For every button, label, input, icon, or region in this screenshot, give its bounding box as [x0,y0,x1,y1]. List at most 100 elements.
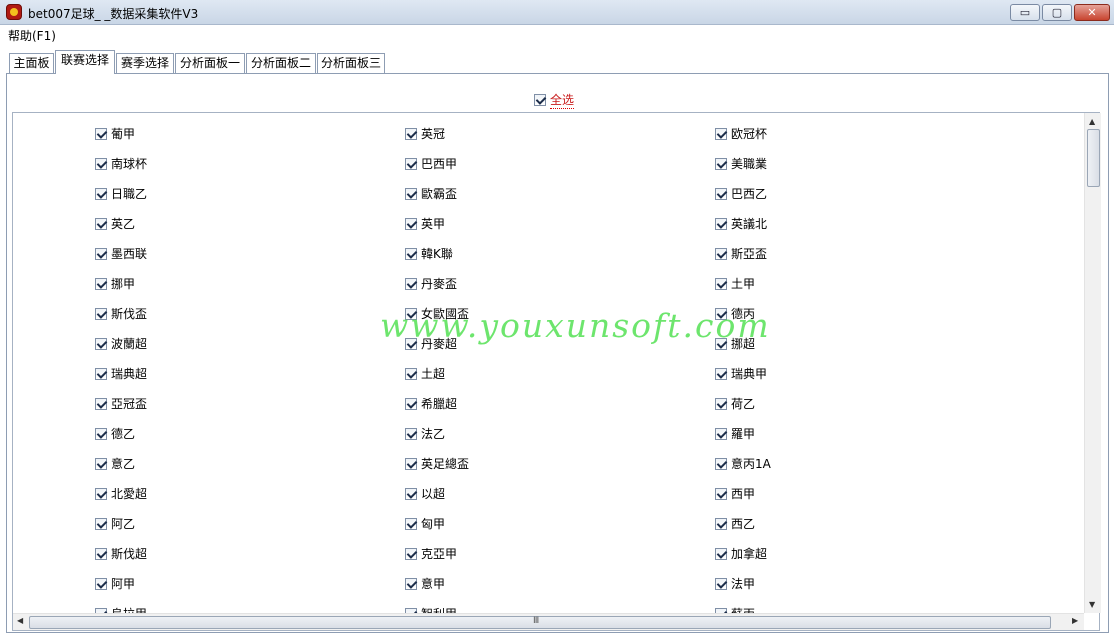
close-button[interactable]: ✕ [1074,4,1110,21]
league-checkbox[interactable] [715,247,727,260]
league-checkbox[interactable] [715,457,727,470]
league-checkbox[interactable] [715,307,727,320]
league-checkbox[interactable] [95,577,107,590]
league-item[interactable]: 挪甲 [95,275,135,292]
league-checkbox[interactable] [715,217,727,230]
league-item[interactable]: 德丙 [715,305,755,322]
tab-league-select[interactable]: 联赛选择 [55,50,115,74]
league-checkbox[interactable] [715,127,727,140]
league-checkbox[interactable] [715,367,727,380]
league-item[interactable]: 加拿超 [715,545,767,562]
scroll-right-arrow-icon[interactable]: ▶ [1072,616,1078,625]
league-checkbox[interactable] [95,217,107,230]
scroll-left-arrow-icon[interactable]: ◀ [17,616,23,625]
league-checkbox[interactable] [95,517,107,530]
league-item[interactable]: 斯亞盃 [715,245,767,262]
league-item[interactable]: 葡甲 [95,125,135,142]
league-item[interactable]: 北愛超 [95,485,147,502]
vertical-scroll-thumb[interactable] [1087,129,1100,187]
league-item[interactable]: 法甲 [715,575,755,592]
league-item[interactable]: 丹麥盃 [405,275,457,292]
horizontal-scroll-thumb[interactable]: Ⅲ [29,616,1051,629]
scroll-down-arrow-icon[interactable]: ▼ [1089,600,1095,609]
league-item[interactable]: 斯伐超 [95,545,147,562]
league-checkbox[interactable] [405,187,417,200]
league-item[interactable]: 英乙 [95,215,135,232]
league-checkbox[interactable] [405,247,417,260]
league-item[interactable]: 歐霸盃 [405,185,457,202]
league-item[interactable]: 欧冠杯 [715,125,767,142]
league-checkbox[interactable] [95,547,107,560]
league-item[interactable]: 瑞典甲 [715,365,767,382]
league-checkbox[interactable] [405,577,417,590]
league-checkbox[interactable] [715,397,727,410]
league-checkbox[interactable] [405,367,417,380]
league-item[interactable]: 英議北 [715,215,767,232]
league-item[interactable]: 意乙 [95,455,135,472]
league-checkbox[interactable] [715,277,727,290]
league-item[interactable]: 法乙 [405,425,445,442]
league-checkbox[interactable] [715,577,727,590]
tab-analysis-panel-3[interactable]: 分析面板三 [317,53,385,73]
minimize-button[interactable]: ▭ [1010,4,1040,21]
league-list[interactable]: 葡甲 英冠 欧冠杯 南球杯 巴西甲 美職業 日職乙 歐霸盃 巴西乙 英乙 英甲 英議北 墨西联 韓K聯 斯亞… [12,112,1100,631]
league-item[interactable]: 英冠 [405,125,445,142]
league-checkbox[interactable] [405,427,417,440]
league-item[interactable]: 韓K聯 [405,245,453,262]
league-checkbox[interactable] [405,157,417,170]
select-all-checkbox[interactable] [534,94,546,106]
league-item[interactable]: 羅甲 [715,425,755,442]
league-checkbox[interactable] [715,517,727,530]
league-item[interactable]: 墨西联 [95,245,147,262]
league-item[interactable]: 瑞典超 [95,365,147,382]
league-item[interactable]: 西乙 [715,515,755,532]
league-item[interactable]: 土甲 [715,275,755,292]
league-item[interactable]: 日職乙 [95,185,147,202]
league-item[interactable]: 斯伐盃 [95,305,147,322]
league-item[interactable]: 南球杯 [95,155,147,172]
tab-analysis-panel-1[interactable]: 分析面板一 [175,53,245,73]
league-item[interactable]: 匈甲 [405,515,445,532]
league-item[interactable]: 波蘭超 [95,335,147,352]
league-checkbox[interactable] [95,127,107,140]
league-checkbox[interactable] [95,247,107,260]
league-checkbox[interactable] [715,187,727,200]
league-checkbox[interactable] [405,547,417,560]
league-checkbox[interactable] [715,547,727,560]
league-item[interactable]: 丹麥超 [405,335,457,352]
league-checkbox[interactable] [405,307,417,320]
league-checkbox[interactable] [95,157,107,170]
league-checkbox[interactable] [715,427,727,440]
league-checkbox[interactable] [405,457,417,470]
select-all-label[interactable]: 全选 [550,91,575,109]
league-checkbox[interactable] [95,397,107,410]
league-checkbox[interactable] [95,187,107,200]
league-item[interactable]: 巴西甲 [405,155,457,172]
league-checkbox[interactable] [95,457,107,470]
vertical-scrollbar[interactable]: ▲ ▼ [1084,113,1101,613]
league-item[interactable]: 英足總盃 [405,455,469,472]
league-checkbox[interactable] [715,157,727,170]
league-item[interactable]: 巴西乙 [715,185,767,202]
league-item[interactable]: 阿乙 [95,515,135,532]
league-checkbox[interactable] [95,367,107,380]
league-item[interactable]: 女歐國盃 [405,305,469,322]
league-item[interactable]: 意丙1A [715,455,771,472]
league-item[interactable]: 西甲 [715,485,755,502]
league-checkbox[interactable] [405,277,417,290]
league-item[interactable]: 阿甲 [95,575,135,592]
scroll-up-arrow-icon[interactable]: ▲ [1089,117,1095,126]
league-checkbox[interactable] [95,277,107,290]
league-item[interactable]: 以超 [405,485,445,502]
league-item[interactable]: 德乙 [95,425,135,442]
menu-item-help[interactable]: 帮助(F1) [8,27,56,44]
league-checkbox[interactable] [95,427,107,440]
league-checkbox[interactable] [405,127,417,140]
league-checkbox[interactable] [405,217,417,230]
league-item[interactable]: 英甲 [405,215,445,232]
league-checkbox[interactable] [715,487,727,500]
league-checkbox[interactable] [95,487,107,500]
league-item[interactable]: 土超 [405,365,445,382]
league-checkbox[interactable] [405,397,417,410]
league-item[interactable]: 克亞甲 [405,545,457,562]
